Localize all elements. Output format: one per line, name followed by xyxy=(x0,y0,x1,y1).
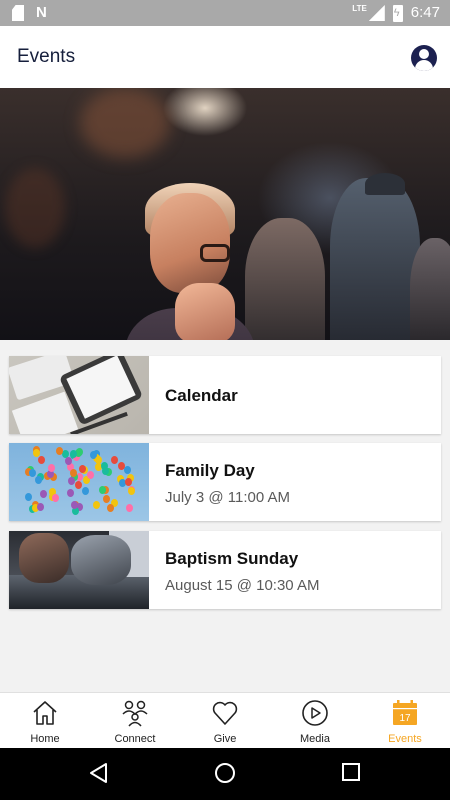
event-title: Calendar xyxy=(165,386,238,405)
home-circle-icon[interactable] xyxy=(214,762,236,784)
nav-label: Events xyxy=(388,733,422,745)
event-date: August 15 @ 10:30 AM xyxy=(165,577,320,594)
sd-card-icon xyxy=(12,5,24,21)
status-clock: 6:47 xyxy=(410,4,440,21)
recents-icon[interactable] xyxy=(341,762,361,782)
event-card-baptism-sunday[interactable]: Baptism Sunday August 15 @ 10:30 AM xyxy=(9,531,441,609)
event-thumbnail xyxy=(9,443,149,521)
nav-label: Give xyxy=(213,733,237,745)
event-thumbnail xyxy=(9,531,149,609)
app-header: Events xyxy=(0,26,450,88)
system-nav-bar xyxy=(0,748,450,800)
network-type-label: LTE xyxy=(352,4,367,13)
n-notification-icon: N xyxy=(36,4,47,21)
nav-media[interactable]: Media xyxy=(270,693,360,749)
nav-label: Connect xyxy=(114,733,156,745)
signal-icon xyxy=(368,5,385,21)
status-bar: N LTE 6:47 xyxy=(0,0,450,26)
nav-home[interactable]: Home xyxy=(0,693,90,749)
nav-connect[interactable]: Connect xyxy=(90,693,180,749)
play-circle-icon xyxy=(302,700,328,726)
event-title: Family Day xyxy=(165,461,255,480)
battery-charging-icon xyxy=(392,4,403,22)
account-circle-icon[interactable] xyxy=(411,45,437,71)
event-title: Baptism Sunday xyxy=(165,549,299,568)
events-screen: N LTE 6:47 Events xyxy=(0,0,450,800)
hero-image xyxy=(0,88,450,340)
bottom-nav: Home Connect Give Media 17 Events xyxy=(0,692,450,748)
nav-label: Home xyxy=(30,733,60,745)
event-card-family-day[interactable]: Family Day July 3 @ 11:00 AM xyxy=(9,443,441,521)
back-icon[interactable] xyxy=(88,762,110,784)
nav-label: Media xyxy=(300,733,330,745)
heart-icon xyxy=(212,701,238,725)
event-card-calendar[interactable]: Calendar xyxy=(9,356,441,434)
event-date: July 3 @ 11:00 AM xyxy=(165,489,291,506)
nav-give[interactable]: Give xyxy=(180,693,270,749)
page-title: Events xyxy=(17,46,76,67)
event-thumbnail xyxy=(9,356,149,434)
people-icon xyxy=(122,700,148,727)
nav-events[interactable]: 17 Events xyxy=(360,693,450,749)
calendar-icon: 17 xyxy=(393,700,417,725)
calendar-badge: 17 xyxy=(399,713,411,724)
home-icon xyxy=(33,701,57,725)
